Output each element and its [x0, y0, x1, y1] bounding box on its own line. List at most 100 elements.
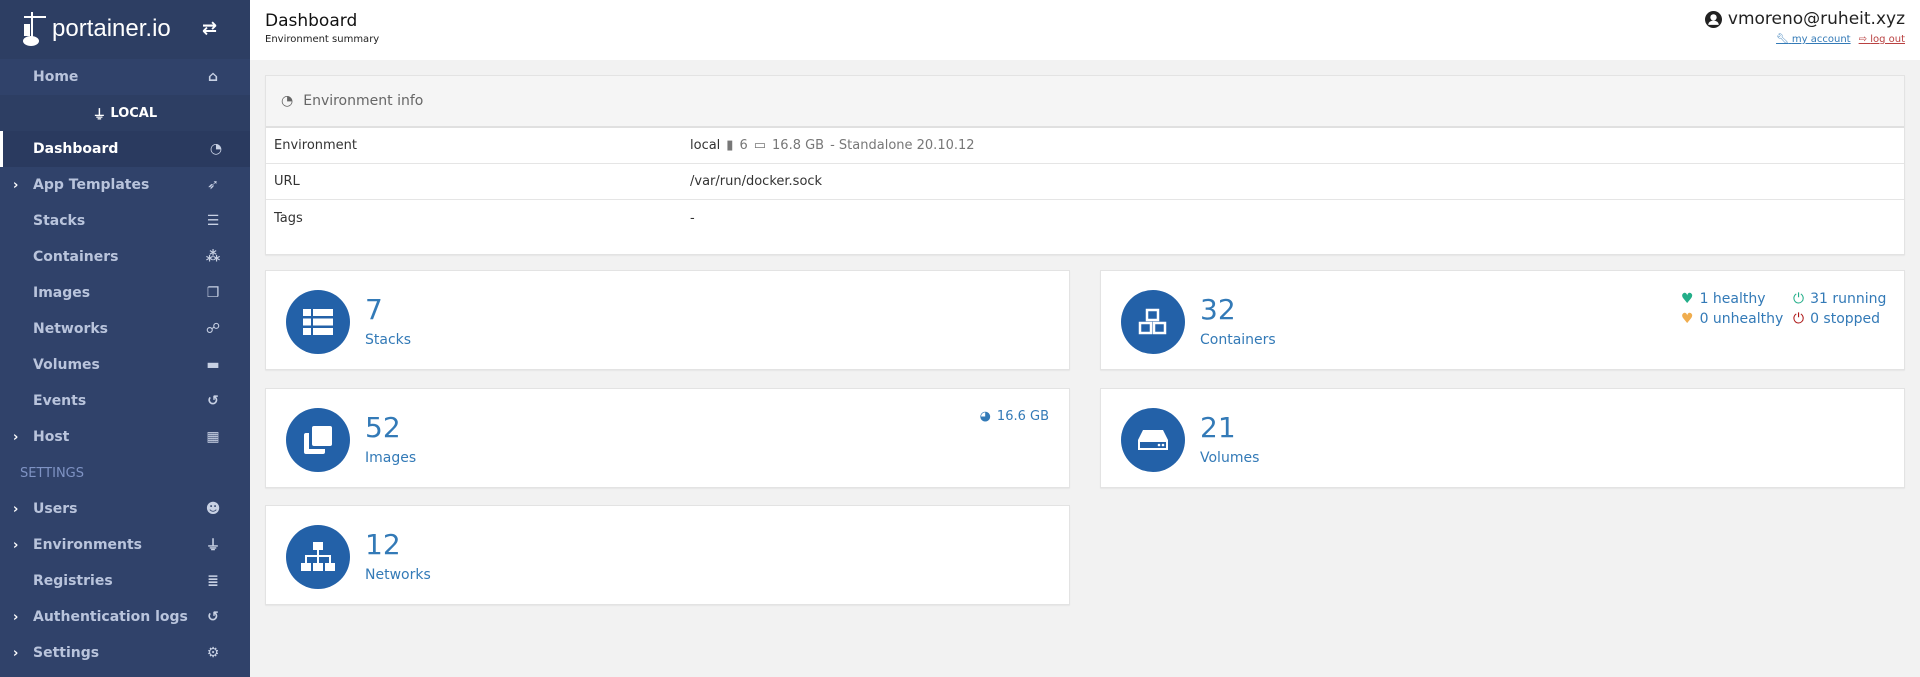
- sidebar-item-label: Containers: [33, 249, 119, 265]
- tachometer-icon: ◔: [209, 141, 223, 157]
- tachometer-icon: ◔: [281, 93, 294, 109]
- th-list-icon: ☰: [206, 213, 220, 229]
- portainer-logo[interactable]: portainer.io: [22, 10, 171, 48]
- networks-card[interactable]: 12 Networks: [265, 505, 1070, 605]
- images-count: 52: [365, 411, 401, 444]
- home-icon: ⌂: [207, 69, 219, 85]
- sidebar-item-label: Images: [33, 285, 91, 301]
- stacks-count: 7: [365, 293, 383, 326]
- sidebar-item-events[interactable]: Events ↺: [0, 383, 250, 419]
- sidebar-item-settings[interactable]: › Settings ⚙: [0, 635, 250, 671]
- volumes-count: 21: [1200, 411, 1236, 444]
- sidebar-item-label: Registries: [33, 573, 113, 589]
- cubes-icon: [1121, 290, 1185, 354]
- page-subtitle: Environment summary: [265, 34, 380, 45]
- sidebar-item-label: Host: [33, 429, 70, 445]
- sidebar-item-host[interactable]: › Host ▦: [0, 419, 250, 455]
- user-circle-icon: [1704, 10, 1722, 28]
- cpu-count: 6: [739, 138, 748, 153]
- table-row: Environment local ▮ 6 ▭ 16.8 GB - Standa…: [266, 128, 1904, 164]
- sidebar-item-users[interactable]: › Users ☻: [0, 491, 250, 527]
- table-row: Tags -: [274, 210, 695, 226]
- memory-icon: ▭: [753, 138, 767, 153]
- memory-size: 16.8 GB: [772, 138, 825, 153]
- heartbeat-icon: ♥: [1681, 311, 1694, 327]
- sidebar-item-stacks[interactable]: Stacks ☰: [0, 203, 250, 239]
- sidebar-item-app-templates[interactable]: › App Templates ➶: [0, 167, 250, 203]
- sidebar-item-dashboard[interactable]: Dashboard ◔: [0, 131, 250, 167]
- cogs-icon: ⚙: [206, 645, 220, 661]
- environment-header-local: ⏚ LOCAL: [0, 95, 250, 131]
- clone-icon: ❐: [206, 285, 220, 301]
- chevron-right-icon[interactable]: ›: [13, 646, 18, 661]
- cubes-icon: ⁂: [205, 249, 221, 265]
- chevron-right-icon[interactable]: ›: [13, 538, 18, 553]
- sidebar-item-label: Volumes: [33, 357, 100, 373]
- images-card[interactable]: 52 Images ◕ 16.6 GB: [265, 388, 1070, 488]
- sidebar-item-environments[interactable]: › Environments ⏚: [0, 527, 250, 563]
- wrench-icon: 🔧︎: [1776, 34, 1789, 45]
- sidebar-item-label: App Templates: [33, 177, 150, 193]
- volumes-label: Volumes: [1200, 450, 1260, 466]
- unhealthy-count: 0 unhealthy: [1699, 311, 1784, 327]
- networks-label: Networks: [365, 567, 431, 583]
- panel-header: ◔ Environment info: [266, 76, 1904, 128]
- sidebar-item-home[interactable]: Home ⌂: [0, 59, 250, 95]
- sidebar-item-label: Dashboard: [33, 141, 119, 157]
- plug-icon: ⏚: [92, 107, 106, 123]
- chevron-right-icon[interactable]: ›: [13, 178, 18, 193]
- logo-area: portainer.io ⇄: [0, 0, 250, 59]
- toggle-sidebar-icon[interactable]: ⇄: [202, 18, 217, 39]
- sidebar: portainer.io ⇄ Home ⌂ ⏚ LOCAL Dashboard ◔ › Ap…: [0, 0, 250, 677]
- environment-name: LOCAL: [110, 105, 158, 121]
- power-off-icon: ⏻: [1793, 311, 1805, 327]
- sidebar-item-containers[interactable]: Containers ⁂: [0, 239, 250, 275]
- chevron-right-icon[interactable]: ›: [13, 430, 18, 445]
- sidebar-item-volumes[interactable]: Volumes ▬: [0, 347, 250, 383]
- page-header: Dashboard Environment summary vmoreno@ru…: [250, 0, 1920, 60]
- healthy-count: 1 healthy: [1699, 291, 1766, 307]
- heartbeat-icon: ♥: [1681, 291, 1694, 307]
- user-info: vmoreno@ruheit.xyz: [1704, 9, 1905, 29]
- sidebar-item-registries[interactable]: Registries ≣: [0, 563, 250, 599]
- running-count: 31 running: [1810, 291, 1887, 307]
- stopped-count: 0 stopped: [1810, 311, 1881, 327]
- rocket-icon: ➶: [207, 177, 219, 193]
- sidebar-item-authentication-logs[interactable]: › Authentication logs ↺: [0, 599, 250, 635]
- log-out-link[interactable]: ⇨ log out: [1859, 34, 1905, 45]
- chevron-right-icon[interactable]: ›: [13, 502, 18, 517]
- images-size: 16.6 GB: [996, 409, 1049, 424]
- volumes-card[interactable]: 21 Volumes: [1100, 388, 1905, 488]
- microchip-icon: ▮: [726, 138, 734, 153]
- sidebar-item-label: Networks: [33, 321, 109, 337]
- clone-icon: [286, 408, 350, 472]
- networks-count: 12: [365, 528, 401, 561]
- section-label: SETTINGS: [20, 465, 85, 481]
- username: vmoreno@ruheit.xyz: [1727, 9, 1905, 29]
- chevron-right-icon[interactable]: ›: [13, 610, 18, 625]
- power-off-icon: ⏻: [1793, 291, 1805, 307]
- plug-icon: ⏚: [206, 538, 220, 554]
- sidebar-item-label: Home: [33, 69, 79, 85]
- users-icon: ☻: [205, 501, 221, 517]
- sidebar-item-label: Stacks: [33, 213, 86, 229]
- sidebar-item-label: Settings: [33, 645, 100, 661]
- my-account-link[interactable]: 🔧︎ my account: [1776, 34, 1851, 45]
- th-list-icon: [286, 290, 350, 354]
- pie-chart-icon: ◕: [979, 409, 991, 424]
- containers-card[interactable]: 32 Containers ♥ 1 healthy ♥ 0 unhealthy ⏻ 3…: [1100, 270, 1905, 370]
- sidebar-item-label: Events: [33, 393, 87, 409]
- containers-label: Containers: [1200, 332, 1276, 348]
- hdd-icon: [1121, 408, 1185, 472]
- th-icon: ▦: [206, 429, 220, 445]
- environment-details: - Standalone 20.10.12: [830, 138, 975, 153]
- stacks-card[interactable]: 7 Stacks: [265, 270, 1070, 370]
- table-row: URL /var/run/docker.sock: [266, 164, 1904, 200]
- sidebar-item-images[interactable]: Images ❐: [0, 275, 250, 311]
- containers-count: 32: [1200, 293, 1236, 326]
- images-label: Images: [365, 450, 417, 466]
- settings-section-header: SETTINGS: [0, 455, 250, 491]
- environment-info-panel: ◔ Environment info Environment local ▮ 6…: [265, 75, 1905, 255]
- sidebar-item-networks[interactable]: Networks ☍: [0, 311, 250, 347]
- page-title: Dashboard: [265, 11, 358, 31]
